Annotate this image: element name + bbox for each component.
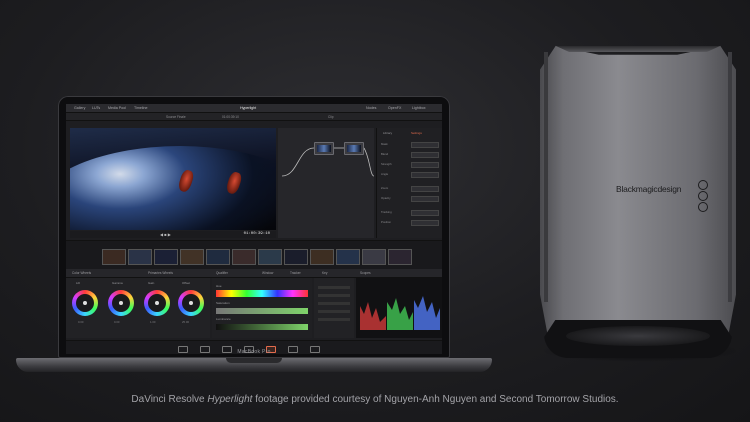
clip-thumbnail[interactable] bbox=[310, 249, 334, 265]
clip-selector[interactable]: Clip bbox=[328, 115, 334, 119]
clip-thumbnail[interactable] bbox=[102, 249, 126, 265]
inspector-row[interactable]: Tracking bbox=[381, 210, 439, 216]
egpu-right-edge bbox=[728, 52, 732, 302]
menu-gallery[interactable]: Gallery bbox=[74, 106, 85, 110]
clip-thumbnail[interactable] bbox=[284, 249, 308, 265]
inspector-row[interactable]: Opacity bbox=[381, 196, 439, 202]
qualifier-sat-label: Saturation bbox=[216, 301, 230, 305]
offset-wheel[interactable] bbox=[178, 290, 204, 316]
clip-thumbnail[interactable] bbox=[206, 249, 230, 265]
wheel-label-lift: Lift bbox=[76, 281, 81, 285]
inspector-row[interactable]: Zoom bbox=[381, 186, 439, 192]
video-viewer[interactable] bbox=[70, 128, 276, 230]
clip-thumbnail[interactable] bbox=[154, 249, 178, 265]
tab-library[interactable]: Library bbox=[383, 131, 392, 135]
clip-thumbnail[interactable] bbox=[388, 249, 412, 265]
app-top-bar: Gallery LUTs Media Pool Timeline Hyperli… bbox=[66, 104, 442, 113]
timeline-name[interactable]: Source Finale bbox=[166, 115, 186, 119]
header-timecode: 01:00:39:10 bbox=[222, 115, 239, 119]
clip-thumbnail[interactable] bbox=[258, 249, 282, 265]
laptop-notch bbox=[226, 358, 282, 363]
page-tab-media[interactable] bbox=[178, 346, 188, 353]
egpu-top-vent bbox=[556, 46, 720, 52]
planet-image bbox=[70, 146, 276, 230]
wheel-label-gain: Gain bbox=[148, 281, 155, 285]
inspector-row[interactable]: Blend bbox=[381, 152, 439, 158]
offset-value: 25.00 bbox=[182, 320, 189, 324]
menu-media-pool[interactable]: Media Pool bbox=[108, 106, 126, 110]
tool-window[interactable]: Window bbox=[262, 271, 273, 275]
toolbar-lightbox[interactable]: Lightbox bbox=[412, 106, 426, 110]
color-tools-bar: Color Wheels Primaries Wheels Qualifier … bbox=[66, 269, 442, 278]
clip-thumbnail[interactable] bbox=[128, 249, 152, 265]
caption-pre: DaVinci Resolve bbox=[131, 394, 208, 405]
lift-wheel[interactable] bbox=[72, 290, 98, 316]
wheel-label-offset: Offset bbox=[182, 281, 190, 285]
node-graph[interactable] bbox=[278, 128, 374, 238]
qualifier-panel: Hue Saturation Luminance bbox=[212, 278, 312, 338]
gain-wheel[interactable] bbox=[144, 290, 170, 316]
tool-key[interactable]: Key bbox=[322, 271, 328, 275]
scopes-panel bbox=[356, 278, 442, 338]
inspector-row[interactable]: Mask bbox=[381, 142, 439, 148]
gamma-value: 0.00 bbox=[114, 320, 120, 324]
clip-thumbnail-strip bbox=[66, 240, 442, 270]
brand-logo-icon bbox=[698, 180, 708, 213]
menu-timeline[interactable]: Timeline bbox=[134, 106, 147, 110]
inspector-row[interactable]: Angle bbox=[381, 172, 439, 178]
matte-controls bbox=[318, 286, 350, 321]
saturation-range-bar[interactable] bbox=[216, 308, 308, 314]
egpu-left-edge bbox=[544, 52, 548, 302]
inspector-panel: Library Settings Mask Blend Strength Ang… bbox=[376, 128, 442, 238]
play-icon[interactable]: ◀ ■ ▶ bbox=[160, 232, 171, 237]
toolbar-nodes[interactable]: Nodes bbox=[366, 106, 376, 110]
inspector-row[interactable]: Strength bbox=[381, 162, 439, 168]
caption-post: footage provided courtesy of Nguyen-Anh … bbox=[252, 394, 619, 405]
qualifier-lum-label: Luminance bbox=[216, 317, 231, 321]
toolbar-openfx[interactable]: OpenFX bbox=[388, 106, 401, 110]
caption-italic: Hyperlight bbox=[207, 394, 253, 405]
page-tab-deliver[interactable] bbox=[310, 346, 320, 353]
viewer-timecode: 01:00:39:10 bbox=[243, 232, 270, 236]
image-caption: DaVinci Resolve Hyperlight footage provi… bbox=[0, 394, 750, 405]
tool-tracker[interactable]: Tracker bbox=[290, 271, 301, 275]
tool-qualifier[interactable]: Qualifier bbox=[216, 271, 228, 275]
wheel-label-gamma: Gamma bbox=[112, 281, 123, 285]
green-parade-scope bbox=[387, 298, 413, 330]
laptop-model-label: MacBook Pro bbox=[237, 349, 271, 355]
luminance-range-bar[interactable] bbox=[216, 324, 308, 330]
inspector-row[interactable]: Position bbox=[381, 220, 439, 226]
blue-parade-scope bbox=[414, 296, 440, 330]
egpu-base-vent bbox=[566, 326, 710, 346]
menu-luts[interactable]: LUTs bbox=[92, 106, 100, 110]
node-01[interactable] bbox=[314, 142, 334, 155]
clip-thumbnail[interactable] bbox=[336, 249, 360, 265]
hue-range-bar[interactable] bbox=[216, 290, 308, 297]
node-02[interactable] bbox=[344, 142, 364, 155]
tab-settings[interactable]: Settings bbox=[411, 131, 422, 135]
gain-value: 1.00 bbox=[150, 320, 156, 324]
clip-thumbnail[interactable] bbox=[362, 249, 386, 265]
clip-thumbnail[interactable] bbox=[180, 249, 204, 265]
resolve-app-screen: Gallery LUTs Media Pool Timeline Hyperli… bbox=[66, 104, 442, 354]
selection-range-panel bbox=[314, 278, 354, 338]
gamma-wheel[interactable] bbox=[108, 290, 134, 316]
viewer-transport: ◀ ■ ▶ 01:00:39:10 bbox=[70, 231, 276, 238]
egpu-brand-text: Blackmagicdesign bbox=[616, 184, 682, 194]
page-tab-fairlight[interactable] bbox=[288, 346, 298, 353]
red-parade-scope bbox=[360, 302, 386, 330]
tool-scopes[interactable]: Scopes bbox=[360, 271, 371, 275]
color-wheels-panel: Lift Gamma Gain Offset 0.00 0.00 1.00 25… bbox=[66, 278, 210, 338]
viewer-sub-bar: Source Finale 01:00:39:10 Clip bbox=[66, 113, 442, 121]
page-tab-cut[interactable] bbox=[200, 346, 210, 353]
qualifier-hue-label: Hue bbox=[216, 284, 222, 288]
window-title: Hyperlight bbox=[240, 106, 257, 110]
lift-value: 0.00 bbox=[78, 320, 84, 324]
clip-thumbnail[interactable] bbox=[232, 249, 256, 265]
tool-primaries[interactable]: Primaries Wheels bbox=[148, 271, 173, 275]
tool-color-wheels[interactable]: Color Wheels bbox=[72, 271, 91, 275]
